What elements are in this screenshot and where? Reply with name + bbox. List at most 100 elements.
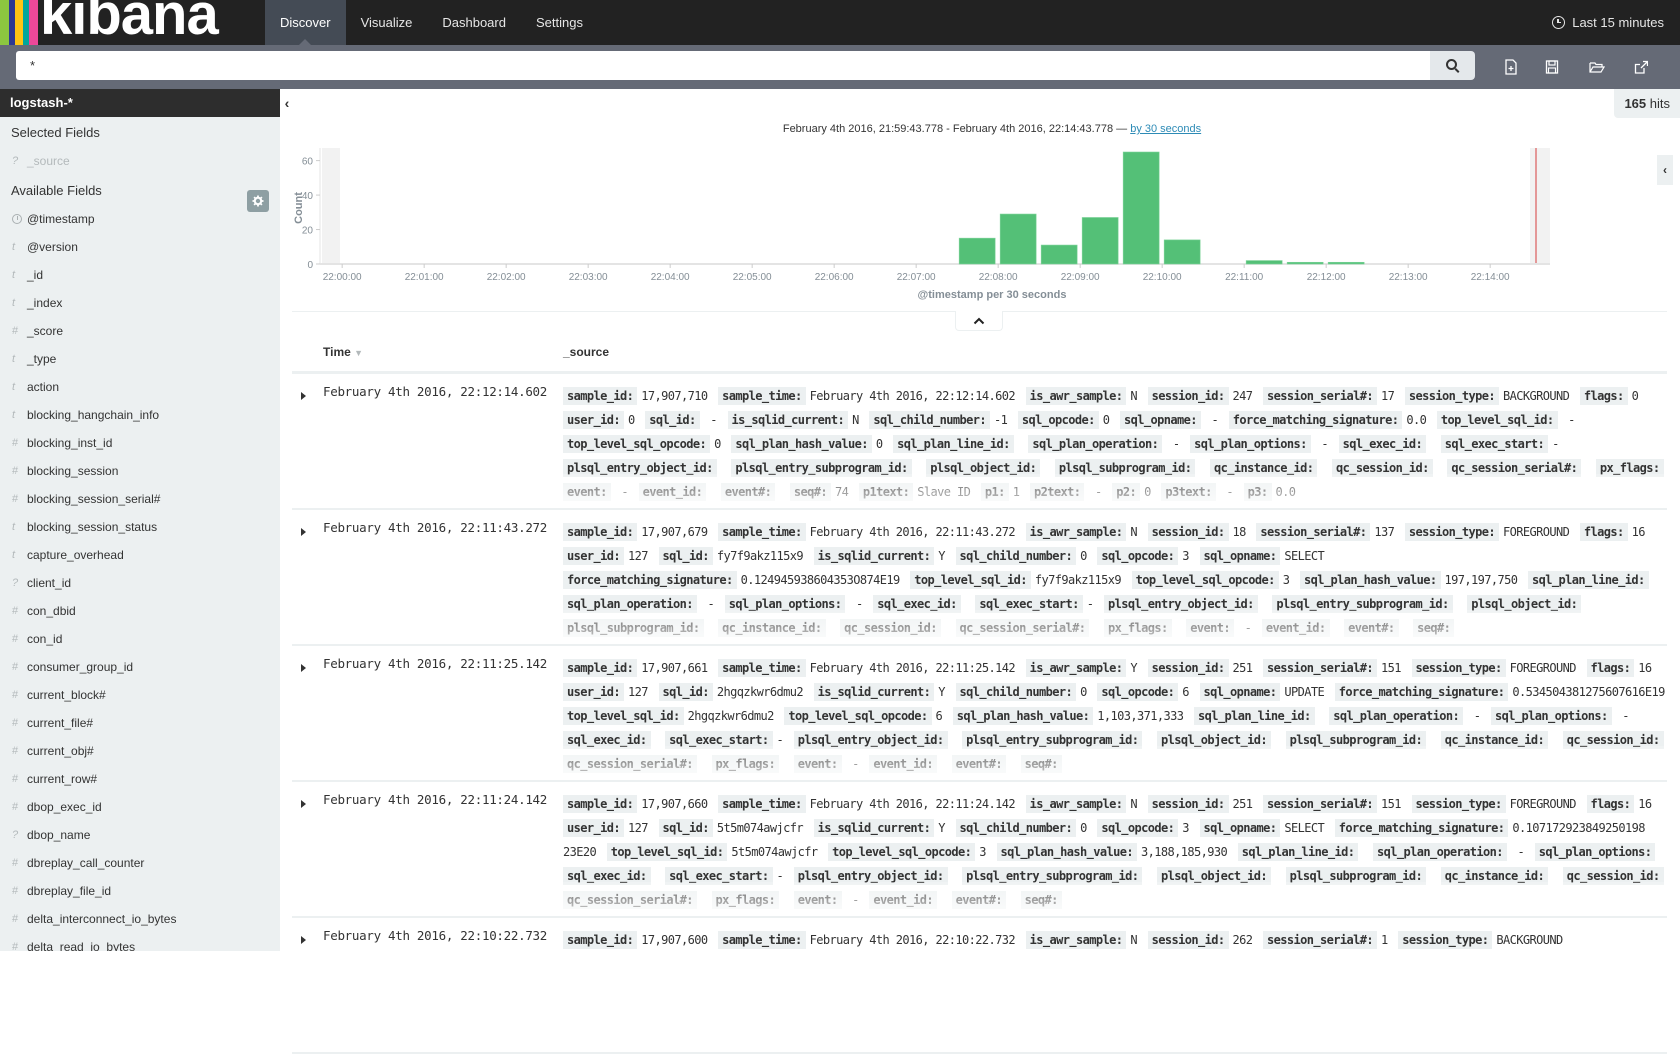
- source-field-key: session_serial#:: [1263, 931, 1377, 949]
- source-field-key: sql_opcode:: [1017, 411, 1099, 429]
- expand-row-icon[interactable]: [301, 936, 306, 944]
- column-header-source[interactable]: _source: [563, 345, 609, 359]
- field-settings-button[interactable]: [247, 190, 269, 212]
- field-item[interactable]: # con_id: [0, 625, 280, 653]
- source-field-key: plsql_object_id:: [1157, 731, 1271, 749]
- new-document-icon[interactable]: [1504, 59, 1518, 75]
- column-header-time[interactable]: Time ▼: [323, 345, 563, 359]
- expand-row-icon[interactable]: [301, 800, 306, 808]
- field-item[interactable]: # current_obj#: [0, 737, 280, 765]
- number-type-icon: #: [12, 633, 19, 645]
- source-field-value: 1: [1381, 933, 1388, 947]
- x-tick-label: 22:00:00: [323, 272, 362, 283]
- source-field-key: top_level_sql_opcode:: [784, 707, 932, 725]
- source-field-key: plsql_entry_object_id:: [793, 867, 948, 885]
- source-field-value: 0.0: [1275, 485, 1296, 499]
- search-input[interactable]: [16, 51, 1430, 80]
- histogram-bar[interactable]: [1245, 260, 1283, 265]
- field-item[interactable]: # consumer_group_id: [0, 653, 280, 681]
- source-field-key: sql_exec_start:: [1440, 435, 1549, 453]
- histogram-bar[interactable]: [999, 213, 1037, 265]
- histogram-bar[interactable]: [958, 237, 996, 265]
- table-row: February 4th 2016, 22:11:25.142 sample_id…: [292, 646, 1667, 782]
- field-item[interactable]: t _id: [0, 261, 280, 289]
- field-item[interactable]: ? client_id: [0, 569, 280, 597]
- source-field-key: sql_exec_id:: [1338, 435, 1427, 453]
- source-field-value: February 4th 2016, 22:11:43.272: [809, 525, 1016, 539]
- string-type-icon: t: [12, 409, 16, 421]
- field-item[interactable]: # current_row#: [0, 765, 280, 793]
- field-item[interactable]: t action: [0, 373, 280, 401]
- field-item[interactable]: # dbreplay_call_counter: [0, 849, 280, 877]
- field-item[interactable]: # current_block#: [0, 681, 280, 709]
- field-item[interactable]: t _index: [0, 289, 280, 317]
- expand-row-icon[interactable]: [301, 392, 306, 400]
- field-item[interactable]: # dbop_exec_id: [0, 793, 280, 821]
- nav-dashboard[interactable]: Dashboard: [427, 0, 521, 45]
- time-picker[interactable]: Last 15 minutes: [1552, 0, 1680, 45]
- source-field-key: seq#:: [1020, 755, 1062, 773]
- nav-visualize[interactable]: Visualize: [346, 0, 428, 45]
- field-item[interactable]: ? _source: [0, 147, 280, 175]
- expand-row-icon[interactable]: [301, 664, 306, 672]
- field-item[interactable]: # delta_interconnect_io_bytes: [0, 905, 280, 933]
- open-folder-icon[interactable]: [1589, 59, 1605, 75]
- histogram-bar[interactable]: [1286, 261, 1324, 265]
- index-pattern-selector[interactable]: logstash-*: [0, 89, 280, 117]
- field-item[interactable]: # dbreplay_file_id: [0, 877, 280, 905]
- field-item[interactable]: t blocking_session_status: [0, 513, 280, 541]
- field-item[interactable]: # con_dbid: [0, 597, 280, 625]
- field-item[interactable]: @timestamp: [0, 205, 280, 233]
- nav-label: Dashboard: [442, 15, 506, 30]
- field-item[interactable]: # blocking_session: [0, 457, 280, 485]
- field-item[interactable]: t capture_overhead: [0, 541, 280, 569]
- source-field-key: sql_child_number:: [869, 411, 990, 429]
- field-item[interactable]: # delta_read_io_bytes: [0, 933, 280, 951]
- histogram-chart[interactable]: 020406022:00:00 22:01:00 22:02:00 22:03:00 2…: [292, 139, 1662, 309]
- save-icon[interactable]: [1545, 59, 1559, 75]
- source-field-key: sql_plan_hash_value:: [996, 843, 1137, 861]
- source-field-key: sample_time:: [718, 931, 806, 949]
- share-icon[interactable]: [1634, 59, 1648, 75]
- nav-label: Settings: [535, 15, 583, 30]
- logo-stripe: [15, 0, 23, 45]
- source-field-key: event#:: [951, 891, 1006, 909]
- histogram-bar[interactable]: [1081, 217, 1119, 265]
- interval-link[interactable]: by 30 seconds: [1130, 123, 1201, 135]
- selected-fields-title: Selected Fields: [11, 124, 100, 140]
- field-item[interactable]: t _type: [0, 345, 280, 373]
- unknown-type-icon: ?: [12, 577, 19, 589]
- histogram-bar[interactable]: [1122, 151, 1160, 265]
- x-tick-label: 22:10:00: [1143, 272, 1182, 283]
- y-axis-label: Count: [293, 192, 305, 224]
- histogram-bar[interactable]: [1163, 239, 1201, 265]
- search-button[interactable]: [1430, 51, 1475, 80]
- y-tick-label: 60: [302, 157, 314, 168]
- source-field-value: Y: [938, 821, 945, 835]
- nav-discover[interactable]: Discover: [265, 0, 346, 46]
- source-field-key: plsql_subprogram_id:: [1054, 459, 1196, 477]
- source-field-key: is_sqlid_current:: [813, 819, 935, 837]
- field-item[interactable]: t blocking_hangchain_info: [0, 401, 280, 429]
- chart-caption: February 4th 2016, 21:59:43.778 - Februa…: [292, 123, 1680, 135]
- histogram-bar[interactable]: [1040, 244, 1078, 265]
- expand-row-icon[interactable]: [301, 528, 306, 536]
- source-field-key: sample_id:: [563, 523, 638, 541]
- source-field-key: qc_instance_id:: [1440, 867, 1549, 885]
- source-field-value: -: [1166, 437, 1187, 451]
- source-field-value: -: [1088, 485, 1109, 499]
- field-item[interactable]: # blocking_session_serial#: [0, 485, 280, 513]
- field-item[interactable]: # _score: [0, 317, 280, 345]
- field-item[interactable]: ? dbop_name: [0, 821, 280, 849]
- nav-settings[interactable]: Settings: [521, 0, 598, 45]
- histogram-bar[interactable]: [1327, 261, 1365, 265]
- sort-down-icon[interactable]: ▼: [354, 348, 363, 358]
- field-item[interactable]: t @version: [0, 233, 280, 261]
- source-field-value: FOREGROUND: [1503, 525, 1570, 539]
- field-item[interactable]: # current_file#: [0, 709, 280, 737]
- toggle-chart-button[interactable]: [955, 311, 1003, 331]
- collapse-chart-legend-button[interactable]: ‹: [1657, 155, 1673, 185]
- kibana-logo[interactable]: kibana: [0, 0, 265, 45]
- field-item[interactable]: # blocking_inst_id: [0, 429, 280, 457]
- number-type-icon: #: [12, 885, 19, 897]
